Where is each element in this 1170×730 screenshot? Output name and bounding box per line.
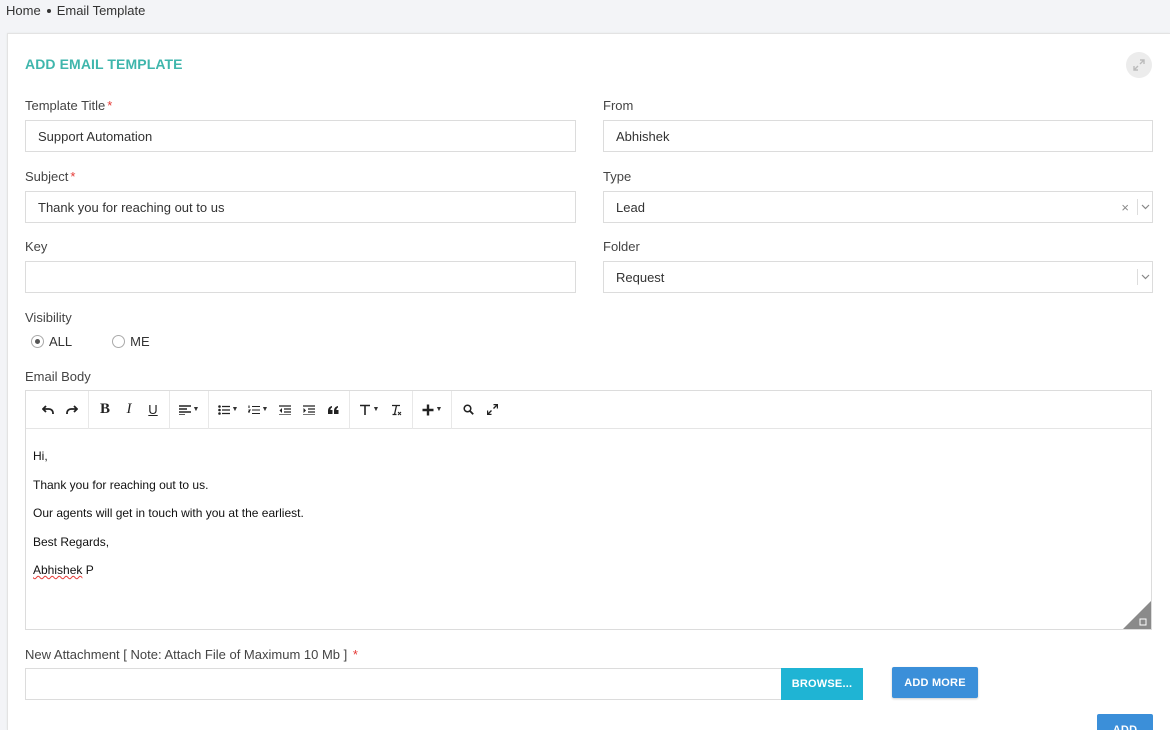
folder-label: Folder — [603, 239, 640, 254]
email-body-content[interactable]: Hi, Thank you for reaching out to us. Ou… — [26, 429, 1151, 578]
key-input[interactable] — [25, 261, 576, 293]
attachment-file-input[interactable] — [25, 668, 782, 700]
underline-icon[interactable]: U — [141, 398, 165, 422]
add-email-template-card: ADD EMAIL TEMPLATE Template Title * Suppo… — [7, 33, 1170, 730]
subject-input[interactable]: Thank you for reaching out to us — [25, 191, 576, 223]
numbered-list-icon[interactable]: ▼ — [243, 398, 273, 422]
chevron-down-icon[interactable] — [1138, 204, 1152, 210]
breadcrumb-home[interactable]: Home — [6, 3, 41, 18]
body-line: Hi, — [33, 449, 48, 463]
expand-icon — [1133, 59, 1145, 71]
font-size-icon[interactable]: ▼ — [354, 398, 384, 422]
outdent-icon[interactable] — [273, 398, 297, 422]
clear-icon[interactable]: × — [1113, 200, 1137, 215]
type-label: Type — [603, 169, 632, 184]
folder-select[interactable]: Request — [603, 261, 1153, 293]
editor-toolbar: B I U ▼ ▼ ▼ ▼ ▼ — [26, 390, 1151, 429]
template-title-input[interactable]: Support Automation — [25, 120, 576, 152]
visibility-label: Visibility — [25, 310, 72, 325]
indent-icon[interactable] — [297, 398, 321, 422]
radio-checked[interactable] — [31, 335, 44, 348]
email-body-editor[interactable]: B I U ▼ ▼ ▼ ▼ ▼ Hi, Thank you for reachi… — [25, 390, 1152, 630]
from-label: From — [603, 98, 634, 113]
body-line: Thank you for reaching out to us. — [33, 477, 209, 492]
italic-icon[interactable]: I — [117, 398, 141, 422]
fullscreen-icon[interactable] — [480, 398, 504, 422]
breadcrumb-separator — [46, 8, 51, 13]
breadcrumb: Home Email Template — [6, 3, 145, 18]
visibility-option-me[interactable]: ME — [112, 334, 150, 349]
page-title: ADD EMAIL TEMPLATE — [25, 56, 183, 72]
browse-button[interactable]: BROWSE... — [781, 668, 863, 700]
clear-format-icon[interactable] — [384, 398, 408, 422]
email-body-label: Email Body — [25, 369, 91, 384]
radio-unchecked[interactable] — [112, 335, 126, 348]
redo-icon[interactable] — [60, 398, 84, 422]
body-line: Our agents will get in touch with you at… — [33, 506, 304, 520]
visibility-radio-group: ALL ME — [31, 334, 190, 349]
align-icon[interactable]: ▼ — [174, 398, 204, 422]
insert-icon[interactable]: ▼ — [417, 398, 447, 422]
key-label: Key — [25, 239, 48, 254]
type-select[interactable]: Lead × — [603, 191, 1153, 223]
undo-icon[interactable] — [36, 398, 60, 422]
quote-icon[interactable] — [321, 398, 345, 422]
add-button[interactable]: ADD — [1097, 714, 1153, 730]
search-icon[interactable] — [456, 398, 480, 422]
bold-icon[interactable]: B — [93, 398, 117, 422]
visibility-option-all[interactable]: ALL — [31, 334, 72, 349]
resize-handle[interactable] — [1123, 601, 1151, 629]
body-signature: Abhishek P — [33, 563, 94, 577]
chevron-down-icon[interactable] — [1138, 274, 1152, 280]
template-title-label: Template Title * — [25, 98, 113, 113]
attachment-label: New Attachment [ Note: Attach File of Ma… — [25, 647, 358, 662]
breadcrumb-current: Email Template — [56, 3, 146, 18]
from-input[interactable]: Abhishek — [603, 120, 1153, 152]
expand-card-button[interactable] — [1126, 52, 1152, 78]
bullet-list-icon[interactable]: ▼ — [213, 398, 243, 422]
subject-label: Subject * — [25, 169, 76, 184]
add-more-button[interactable]: ADD MORE — [892, 667, 978, 698]
body-line: Best Regards, — [33, 534, 110, 549]
